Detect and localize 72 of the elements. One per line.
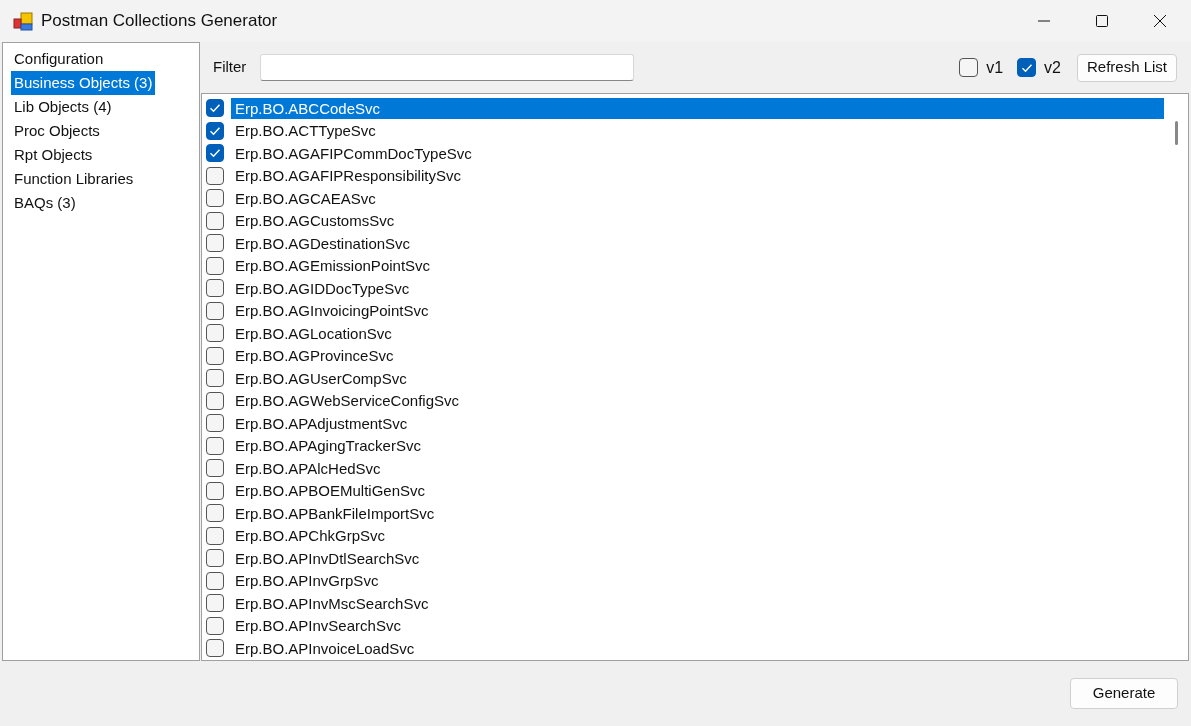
filter-label: Filter — [213, 57, 247, 78]
list-item[interactable]: Erp.BO.APBankFileImportSvc — [231, 502, 1164, 524]
close-icon[interactable] — [1153, 14, 1167, 28]
checkbox[interactable] — [206, 211, 224, 230]
generate-button[interactable]: Generate — [1070, 678, 1178, 709]
checkbox[interactable] — [206, 616, 224, 635]
list-item[interactable]: Erp.BO.APAgingTrackerSvc — [231, 435, 1164, 457]
sidebar-item[interactable]: Business Objects (3) — [11, 71, 156, 95]
checkbox[interactable] — [206, 571, 224, 590]
sidebar-item[interactable]: Configuration — [11, 47, 107, 71]
sidebar-item[interactable]: Function Libraries — [11, 167, 137, 191]
list-item[interactable]: Erp.BO.ABCCodeSvc — [231, 97, 1164, 119]
sidebar-item[interactable]: Proc Objects — [11, 119, 103, 143]
scrollbar-thumb[interactable] — [1175, 121, 1178, 145]
list-item[interactable]: Erp.BO.AGLocationSvc — [231, 322, 1164, 344]
list-item[interactable]: Erp.BO.APInvoiceLoadSvc — [231, 637, 1164, 659]
list-item[interactable]: Erp.BO.AGAFIPResponsibilitySvc — [231, 165, 1164, 187]
list-item[interactable]: Erp.BO.AGIDDocTypeSvc — [231, 277, 1164, 299]
sidebar-item[interactable]: Rpt Objects — [11, 143, 96, 167]
app-icon — [13, 9, 33, 33]
checkbox[interactable] — [206, 346, 224, 365]
check-icon — [209, 125, 221, 136]
sidebar-item[interactable]: BAQs (3) — [11, 191, 79, 215]
checkbox[interactable] — [206, 189, 224, 208]
list-item[interactable]: Erp.BO.AGProvinceSvc — [231, 345, 1164, 367]
list-item[interactable]: Erp.BO.APBOEMultiGenSvc — [231, 480, 1164, 502]
list-item[interactable]: Erp.BO.AGWebServiceConfigSvc — [231, 390, 1164, 412]
list-item[interactable]: Erp.BO.AGUserCompSvc — [231, 367, 1164, 389]
list-item[interactable]: Erp.BO.AGInvoicingPointSvc — [231, 300, 1164, 322]
checkbox[interactable] — [206, 121, 224, 140]
list-item[interactable]: Erp.BO.APAdjustmentSvc — [231, 412, 1164, 434]
sidebar-item[interactable]: Lib Objects (4) — [11, 95, 115, 119]
checkbox[interactable] — [206, 526, 224, 545]
checkbox[interactable] — [206, 459, 224, 478]
list-item[interactable]: Erp.BO.AGCAEASvc — [231, 187, 1164, 209]
list-item[interactable]: Erp.BO.APInvDtlSearchSvc — [231, 547, 1164, 569]
version-checkbox[interactable]: v1 — [959, 55, 1004, 80]
list-item[interactable]: Erp.BO.APChkGrpSvc — [231, 525, 1164, 547]
window-title: Postman Collections Generator — [41, 10, 278, 33]
checkbox[interactable] — [206, 549, 224, 568]
refresh-list-button[interactable]: Refresh List — [1076, 53, 1177, 82]
checkbox[interactable] — [206, 414, 224, 433]
checkbox[interactable] — [206, 256, 224, 275]
list-item[interactable]: Erp.BO.APAlcHedSvc — [231, 457, 1164, 479]
list-item[interactable]: Erp.BO.AGDestinationSvc — [231, 232, 1164, 254]
checkbox[interactable] — [206, 594, 224, 613]
checkbox[interactable] — [206, 301, 224, 320]
check-icon — [1020, 62, 1033, 73]
list-item[interactable]: Erp.BO.AGEmissionPointSvc — [231, 255, 1164, 277]
list-item[interactable]: Erp.BO.APInvSearchSvc — [231, 615, 1164, 637]
check-icon — [209, 148, 221, 159]
checkbox[interactable] — [206, 166, 224, 185]
checkbox[interactable] — [206, 639, 224, 658]
list-item[interactable]: Erp.BO.APInvMscSearchSvc — [231, 592, 1164, 614]
check-icon — [209, 103, 221, 114]
checkbox[interactable] — [206, 234, 224, 253]
maximize-icon[interactable] — [1095, 14, 1109, 28]
checkbox[interactable] — [206, 369, 224, 388]
checkbox[interactable] — [206, 481, 224, 500]
checkbox[interactable] — [206, 391, 224, 410]
filter-field[interactable] — [260, 54, 635, 81]
checkbox[interactable] — [206, 144, 224, 163]
list-item[interactable]: Erp.BO.AGAFIPCommDocTypeSvc — [231, 142, 1164, 164]
checkbox[interactable] — [206, 324, 224, 343]
checkbox[interactable] — [206, 99, 224, 118]
checkbox[interactable] — [206, 436, 224, 455]
checkbox[interactable] — [206, 279, 224, 298]
version-checkbox[interactable]: v2 — [1017, 55, 1061, 80]
list-item[interactable]: Erp.BO.AGCustomsSvc — [231, 210, 1164, 232]
list-item[interactable]: Erp.BO.APInvGrpSvc — [231, 570, 1164, 592]
list-item[interactable]: Erp.BO.ACTTypeSvc — [231, 120, 1164, 142]
checkbox[interactable] — [206, 504, 224, 523]
